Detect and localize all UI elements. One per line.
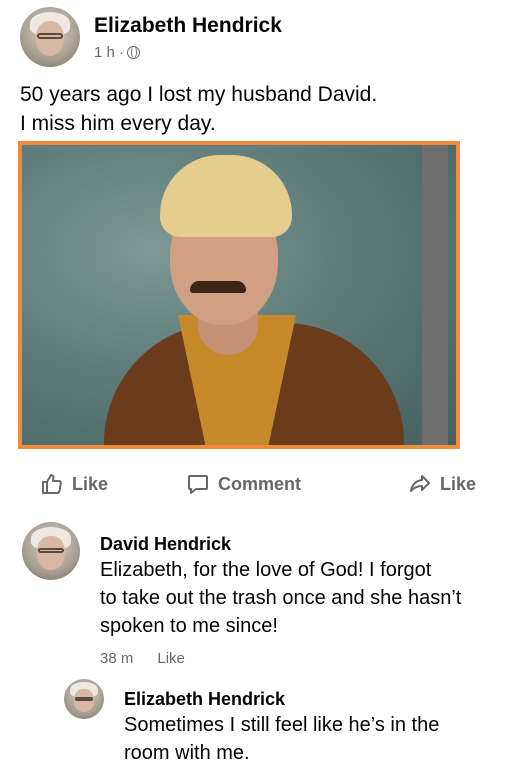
post-header-text: Elizabeth Hendrick 1 h · [94,14,282,61]
comment-body: David Hendrick Elizabeth, for the love o… [100,532,461,667]
photo-mustache [190,281,246,293]
comment-text-line: Elizabeth, for the love of God! I forgot [100,559,432,581]
post-header: Elizabeth Hendrick 1 h · [20,6,282,68]
comment-item: David Hendrick Elizabeth, for the love o… [22,522,461,667]
post-meta: 1 h · [94,44,282,61]
comment-button[interactable]: Comment [186,472,301,496]
post-timestamp[interactable]: 1 h · [94,44,124,61]
comment-meta: 38 m Like [100,650,461,667]
post-actions-bar: Like Comment Like [0,472,522,504]
like-button-label: Like [72,473,109,494]
reply-text-line: room with me. [124,742,250,764]
post-author-name[interactable]: Elizabeth Hendrick [94,14,282,38]
comment-text-line: to take out the trash once and she hasn’… [100,587,462,609]
photo-edge-strip [422,145,448,445]
comment-author[interactable]: David Hendrick [100,532,461,556]
share-button[interactable]: Like [408,472,476,496]
commenter-avatar[interactable] [22,522,80,580]
comment-bubble-icon [188,475,208,494]
like-button[interactable]: Like [40,472,108,496]
reply-item: Elizabeth Hendrick Sometimes I still fee… [64,679,439,767]
comment-button-label: Comment [218,473,302,494]
reply-text: Sometimes I still feel like he’s in the … [124,711,439,767]
post-text-line: I miss him every day. [20,112,216,135]
reply-body: Elizabeth Hendrick Sometimes I still fee… [124,687,439,767]
reply-text-line: Sometimes I still feel like he’s in the [124,714,440,736]
share-arrow-icon [410,475,430,492]
reply-author[interactable]: Elizabeth Hendrick [124,687,439,711]
globe-icon [127,45,141,59]
post-photo[interactable] [18,141,460,449]
comment-timestamp[interactable]: 38 m [100,650,133,667]
author-avatar[interactable] [20,7,80,67]
post-text-line: 50 years ago I lost my husband David. [20,83,378,106]
comment-like-link[interactable]: Like [157,650,185,667]
comment-text-line: spoken to me since! [100,615,278,637]
thumbs-up-icon [42,474,62,494]
comment-text: Elizabeth, for the love of God! I forgot… [100,556,461,640]
share-button-label: Like [440,473,477,494]
post-text: 50 years ago I lost my husband David. I … [20,80,500,138]
replier-avatar[interactable] [64,679,104,719]
